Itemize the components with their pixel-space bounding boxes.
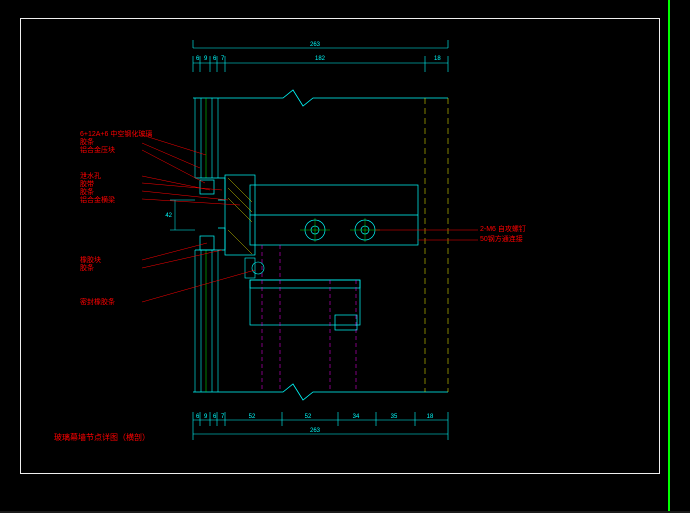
ann-alu-bead: 铝合金压块 <box>80 147 115 154</box>
dim-t4: 182 <box>315 56 326 62</box>
dim-b6: 34 <box>353 414 360 420</box>
ann-bolt: 2-M6 自攻螺钉 <box>480 226 526 233</box>
dim-b5: 52 <box>305 414 312 420</box>
dim-bottom-overall: 263 <box>310 428 321 434</box>
dim-b4: 52 <box>249 414 256 420</box>
ann-gasket-assy: 密封橡胶条 <box>80 299 115 306</box>
dim-t1: 9 <box>204 56 208 62</box>
gasket-lower <box>245 258 264 278</box>
mullion-profile <box>195 175 418 255</box>
dim-t2: 6 <box>213 56 217 62</box>
hidden-right <box>425 98 448 392</box>
dim-t0: 6 <box>196 56 200 62</box>
ann-hole: 泄水孔 <box>80 173 101 180</box>
ann-sealant3: 胶条 <box>80 265 94 272</box>
cad-viewport[interactable]: 263 6 9 6 7 182 18 <box>0 0 690 511</box>
dim-b7: 35 <box>391 414 398 420</box>
ann-alu-mid: 铝合金横梁 <box>80 197 115 204</box>
break-top <box>193 90 448 106</box>
ann-glass: 6+12A+6 中空钢化玻璃 <box>80 131 152 138</box>
bolt-center <box>300 218 380 242</box>
transom <box>250 280 360 330</box>
ann-gasket: 橡胶块 <box>80 257 101 264</box>
dims-bottom <box>193 412 448 440</box>
dim-vert <box>170 200 195 230</box>
dim-top-overall: 263 <box>310 42 321 48</box>
ann-sealant2: 胶条 <box>80 189 94 196</box>
leaders-right <box>375 230 478 240</box>
hatch <box>228 178 252 254</box>
dim-b8: 18 <box>427 414 434 420</box>
break-bottom <box>193 384 448 400</box>
ann-tape: 胶带 <box>80 181 94 188</box>
dim-b1: 9 <box>204 414 208 420</box>
dim-b2: 6 <box>213 414 217 420</box>
dim-b0: 6 <box>196 414 200 420</box>
ann-conn: 50钢方通连接 <box>480 236 523 243</box>
ann-sealant1: 胶条 <box>80 139 94 146</box>
drawing-title: 玻璃幕墙节点详图（横剖） <box>54 432 150 443</box>
hidden-transom <box>262 245 356 392</box>
dim-t5: 18 <box>434 56 441 62</box>
dim-t3: 7 <box>221 56 225 62</box>
dim-vert-label: 42 <box>165 213 172 219</box>
leaders-left <box>142 135 255 302</box>
dim-b3: 7 <box>221 414 225 420</box>
